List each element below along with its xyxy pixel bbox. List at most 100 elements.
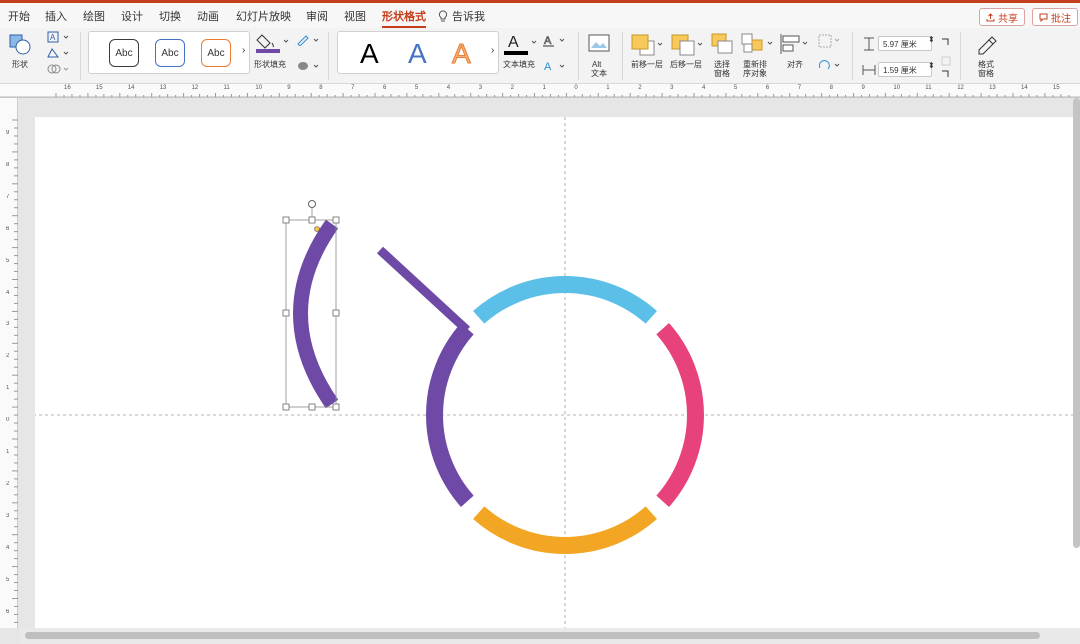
- blue-arc[interactable]: [473, 276, 657, 324]
- ruler-label: 5: [6, 257, 10, 264]
- ruler-label: 8: [829, 85, 833, 91]
- bring-forward-icon[interactable]: [630, 33, 666, 57]
- height-icon: [864, 37, 874, 51]
- horizontal-scrollbar[interactable]: [20, 628, 1080, 644]
- shape-style-2[interactable]: Abc: [155, 39, 185, 67]
- rotate-handle[interactable]: [308, 200, 316, 208]
- svg-text:A: A: [544, 61, 552, 73]
- slide-drawing: [15, 117, 1080, 628]
- tab-view[interactable]: 视图: [344, 8, 366, 24]
- reorder-icon[interactable]: [740, 32, 776, 56]
- format-pane-label-2: 窗格: [978, 69, 994, 78]
- comments-label: 批注: [1051, 13, 1071, 25]
- wordart-style-3[interactable]: A: [452, 38, 472, 70]
- send-backward-icon[interactable]: [670, 33, 706, 57]
- align-label: 对齐: [787, 60, 803, 69]
- ruler-label: 6: [765, 85, 770, 91]
- wordart-more-arrow[interactable]: ›: [491, 46, 494, 56]
- resize-handle-ne[interactable]: [332, 216, 340, 224]
- height-input[interactable]: 5.97 厘米: [878, 36, 932, 51]
- text-outline-icon[interactable]: A: [542, 33, 570, 47]
- shape-icon[interactable]: [8, 33, 34, 57]
- tab-draw[interactable]: 绘图: [83, 8, 105, 24]
- tab-insert[interactable]: 插入: [45, 8, 67, 24]
- comments-button[interactable]: 批注: [1032, 8, 1078, 26]
- shape-style-1[interactable]: Abc: [109, 39, 139, 67]
- resize-handle-se[interactable]: [332, 403, 340, 411]
- separator: [960, 32, 961, 80]
- ribbon: 形状 A Abc Abc Abc › 形状填充 A A A › A 文本填充 A…: [0, 28, 1080, 84]
- ruler-label: 7: [797, 85, 802, 91]
- purple-handle-line[interactable]: [376, 246, 471, 334]
- align-icon[interactable]: [779, 32, 813, 56]
- resize-handle-s[interactable]: [308, 403, 316, 411]
- comment-icon: [1039, 13, 1048, 22]
- shape-effects-icon[interactable]: [296, 60, 322, 72]
- shape-style-3[interactable]: Abc: [201, 39, 231, 67]
- gallery-more-arrow[interactable]: ›: [242, 46, 245, 56]
- purple-arc[interactable]: [426, 323, 474, 507]
- tab-slideshow[interactable]: 幻灯片放映: [236, 8, 291, 24]
- ruler-label: 2: [510, 85, 514, 91]
- vertical-scroll-thumb[interactable]: [1073, 98, 1080, 548]
- resize-handle-nw[interactable]: [282, 216, 290, 224]
- alt-text-icon[interactable]: [587, 32, 611, 56]
- text-box-icon[interactable]: A: [46, 31, 72, 43]
- tab-design[interactable]: 设计: [121, 8, 143, 24]
- alt-text-label-1: Alt: [592, 60, 602, 69]
- ruler-label: 13: [989, 85, 996, 91]
- shape-styles-gallery: Abc Abc Abc: [88, 31, 250, 74]
- adjust-handle[interactable]: [314, 226, 320, 232]
- selection-pane-icon[interactable]: [710, 32, 734, 56]
- height-stepper[interactable]: ⬍: [928, 35, 935, 44]
- svg-text:A: A: [544, 35, 552, 47]
- group-icon[interactable]: [817, 34, 843, 48]
- orange-arc[interactable]: [473, 506, 657, 554]
- tab-review[interactable]: 审阅: [306, 8, 328, 24]
- resize-handle-e[interactable]: [332, 309, 340, 317]
- ruler-label: 1: [6, 449, 10, 455]
- ruler-label: 4: [702, 85, 706, 91]
- merge-shapes-icon[interactable]: [46, 63, 72, 75]
- format-pane-icon[interactable]: [975, 32, 999, 56]
- resize-handle-n[interactable]: [308, 216, 316, 224]
- ruler-label: 16: [64, 85, 71, 91]
- ruler-label: 14: [127, 85, 135, 91]
- rotate-icon[interactable]: [817, 59, 843, 73]
- wordart-style-1[interactable]: A: [360, 38, 379, 70]
- ruler-label: 3: [6, 321, 10, 328]
- ruler-label: 12: [957, 85, 964, 91]
- separator: [852, 32, 853, 80]
- slide-canvas[interactable]: [15, 117, 1080, 628]
- shape-label: 形状: [12, 60, 28, 69]
- edit-shape-icon[interactable]: [46, 47, 72, 59]
- ruler-label: 10: [893, 85, 901, 91]
- resize-handle-sw[interactable]: [282, 403, 290, 411]
- lightbulb-icon: [438, 9, 448, 21]
- width-stepper[interactable]: ⬍: [928, 61, 935, 70]
- shape-outline-icon[interactable]: [296, 34, 322, 46]
- selected-purple-arc[interactable]: [293, 219, 339, 409]
- separator: [80, 32, 81, 80]
- crop-icon[interactable]: [940, 37, 952, 77]
- resize-handle-w[interactable]: [282, 309, 290, 317]
- reorder-label-2: 序对象: [743, 69, 767, 78]
- tab-transitions[interactable]: 切换: [159, 8, 181, 24]
- tab-shape-format[interactable]: 形状格式: [382, 8, 426, 28]
- horizontal-scroll-thumb[interactable]: [25, 632, 1040, 639]
- text-effects-icon[interactable]: A: [542, 59, 570, 73]
- tab-animations[interactable]: 动画: [197, 8, 219, 24]
- ruler-label: 8: [319, 85, 323, 91]
- alt-text-label-2: 文本: [591, 69, 607, 78]
- ruler-label: 4: [6, 289, 10, 296]
- share-button[interactable]: 共享: [979, 8, 1025, 26]
- wordart-style-2[interactable]: A: [408, 38, 427, 70]
- ruler-label: 14: [1021, 85, 1028, 91]
- shape-fill-icon[interactable]: [256, 31, 292, 53]
- text-fill-icon[interactable]: A: [504, 31, 540, 57]
- tab-home[interactable]: 开始: [8, 8, 30, 24]
- format-pane-label-1: 格式: [978, 60, 994, 69]
- tell-me[interactable]: 告诉我: [438, 8, 485, 24]
- pink-arc[interactable]: [656, 323, 704, 507]
- width-input[interactable]: 1.59 厘米: [878, 62, 932, 77]
